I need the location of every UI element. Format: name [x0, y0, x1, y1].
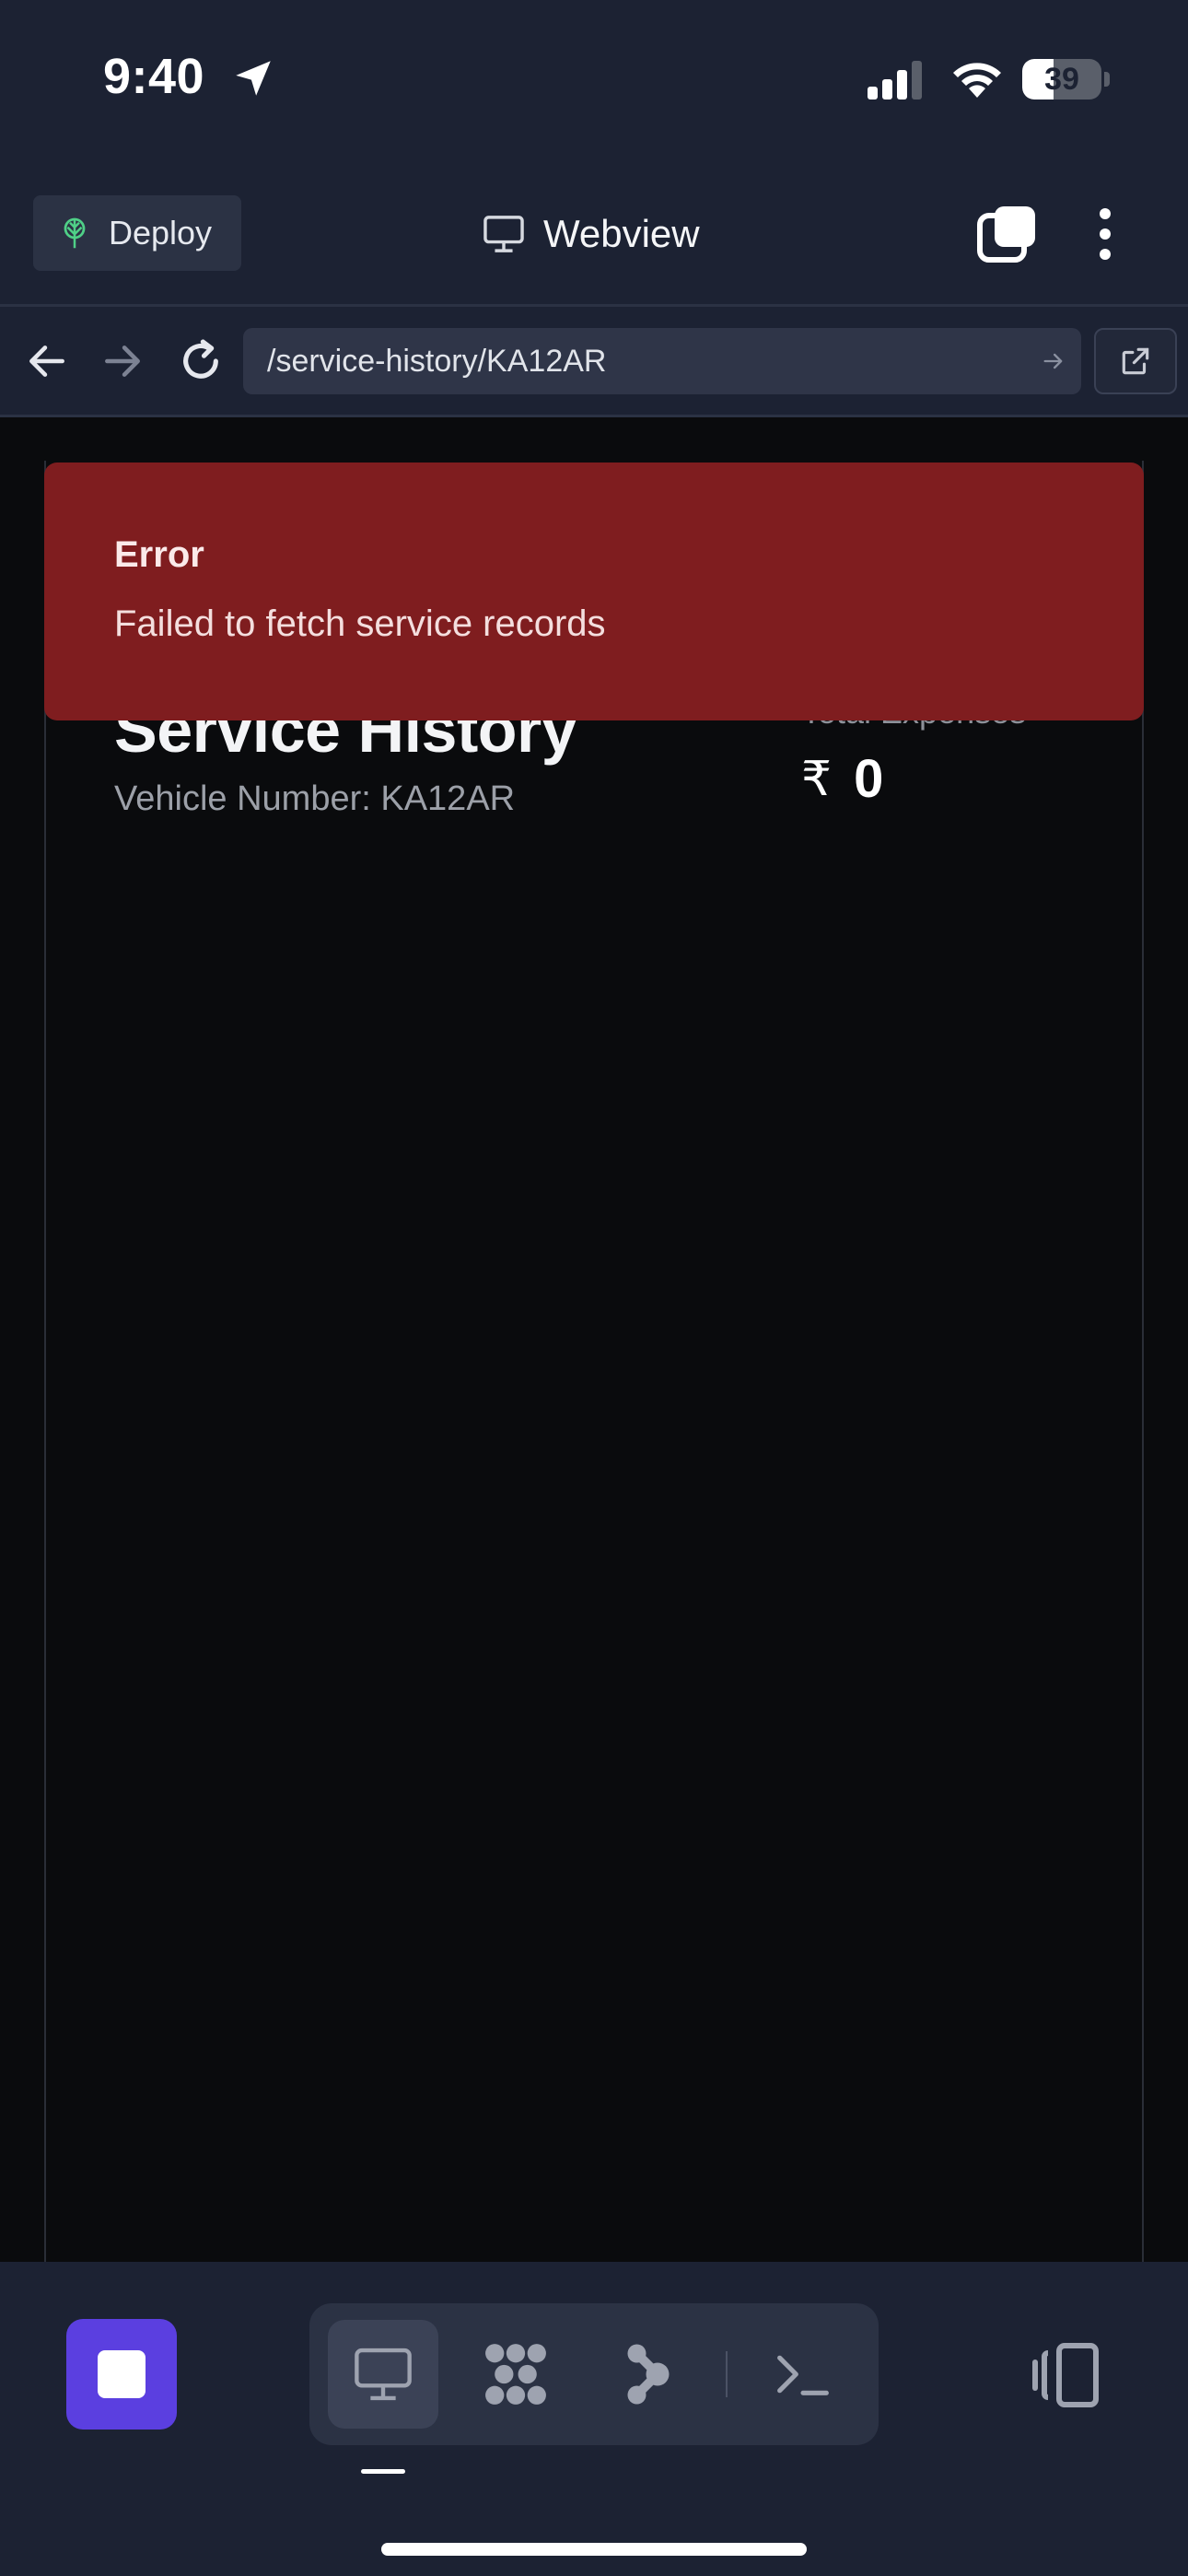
battery-indicator: 39	[1022, 59, 1111, 100]
forward-arrow-icon[interactable]	[99, 334, 146, 389]
stop-button[interactable]	[66, 2319, 177, 2430]
open-external-button[interactable]	[1094, 328, 1177, 394]
webview-label: Webview	[543, 212, 700, 255]
back-arrow-icon[interactable]	[24, 334, 70, 389]
tool-terminal[interactable]	[748, 2320, 858, 2429]
stop-icon	[98, 2350, 146, 2398]
toast-title: Error	[114, 534, 204, 575]
wifi-icon	[953, 63, 1001, 98]
panel-toggle-icon[interactable]	[1030, 2340, 1103, 2410]
total-expenses-value: ₹ 0	[801, 748, 883, 810]
active-tool-indicator	[361, 2469, 405, 2474]
home-indicator[interactable]	[381, 2543, 807, 2556]
external-link-icon	[1122, 347, 1149, 375]
deploy-button[interactable]: Deploy	[33, 195, 241, 271]
status-time: 9:40	[103, 49, 205, 104]
vehicle-number: Vehicle Number: KA12AR	[114, 779, 516, 818]
error-toast[interactable]: Error Failed to fetch service records	[44, 463, 1144, 720]
webview-icon	[355, 2348, 412, 2401]
battery-level: 39	[1044, 62, 1079, 97]
deploy-icon	[64, 217, 86, 249]
tool-workflow[interactable]	[460, 2320, 571, 2429]
toolbar-divider	[0, 304, 1188, 307]
cellular-signal-icon	[868, 61, 922, 100]
location-arrow-icon	[236, 61, 271, 96]
reload-icon[interactable]	[175, 332, 227, 391]
tabs-icon[interactable]	[976, 205, 1039, 263]
currency-symbol: ₹	[801, 752, 833, 806]
expense-amount: 0	[854, 749, 884, 809]
webview-title: Webview	[483, 205, 700, 263]
url-text[interactable]: /service-history/KA12AR	[267, 344, 1026, 380]
tool-switcher	[309, 2303, 879, 2445]
tool-separator	[726, 2351, 728, 2397]
url-go-button[interactable]	[1026, 328, 1081, 394]
workflow-icon	[485, 2344, 546, 2405]
tool-agent[interactable]	[593, 2320, 704, 2429]
url-bar[interactable]: /service-history/KA12AR	[243, 328, 1081, 394]
go-arrow-icon	[1043, 353, 1063, 369]
more-options-icon[interactable]	[1087, 205, 1124, 263]
monitor-icon	[483, 216, 524, 252]
toast-message: Failed to fetch service records	[114, 603, 606, 644]
agent-icon	[627, 2344, 670, 2405]
tool-webview[interactable]	[328, 2320, 438, 2429]
terminal-icon	[777, 2355, 829, 2395]
deploy-label: Deploy	[109, 214, 213, 252]
